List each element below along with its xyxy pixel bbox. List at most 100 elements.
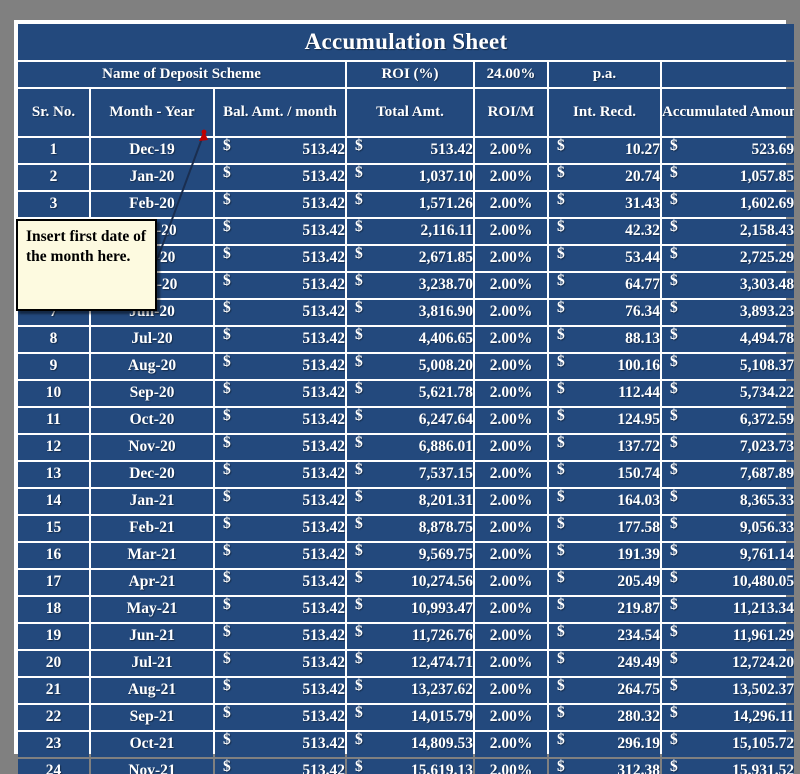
cell-int-recd[interactable]: $53.44 [549,246,660,271]
cell-month-year[interactable]: Dec-19 [91,138,213,163]
cell-int-recd[interactable]: $177.58 [549,516,660,541]
cell-total-amt[interactable]: $2,671.85 [347,246,473,271]
cell-roi-per-month[interactable]: 2.00% [475,543,547,568]
cell-sr-no[interactable]: 23 [18,732,89,757]
cell-bal-amt[interactable]: $513.42 [215,516,345,541]
cell-bal-amt[interactable]: $513.42 [215,651,345,676]
cell-bal-amt[interactable]: $513.42 [215,354,345,379]
cell-total-amt[interactable]: $6,886.01 [347,435,473,460]
cell-bal-amt[interactable]: $513.42 [215,300,345,325]
cell-int-recd[interactable]: $280.32 [549,705,660,730]
roi-percent-value[interactable]: 24.00% [475,62,547,87]
cell-accumulated-amount[interactable]: $9,056.33 [662,516,795,541]
cell-roi-per-month[interactable]: 2.00% [475,570,547,595]
cell-roi-per-month[interactable]: 2.00% [475,246,547,271]
cell-int-recd[interactable]: $219.87 [549,597,660,622]
cell-total-amt[interactable]: $9,569.75 [347,543,473,568]
cell-sr-no[interactable]: 21 [18,678,89,703]
cell-bal-amt[interactable]: $513.42 [215,138,345,163]
cell-sr-no[interactable]: 16 [18,543,89,568]
cell-total-amt[interactable]: $14,809.53 [347,732,473,757]
cell-roi-per-month[interactable]: 2.00% [475,759,547,774]
cell-month-year[interactable]: Mar-21 [91,543,213,568]
cell-roi-per-month[interactable]: 2.00% [475,408,547,433]
cell-int-recd[interactable]: $150.74 [549,462,660,487]
cell-bal-amt[interactable]: $513.42 [215,219,345,244]
cell-roi-per-month[interactable]: 2.00% [475,138,547,163]
cell-total-amt[interactable]: $1,571.26 [347,192,473,217]
cell-roi-per-month[interactable]: 2.00% [475,354,547,379]
cell-total-amt[interactable]: $14,015.79 [347,705,473,730]
cell-sr-no[interactable]: 9 [18,354,89,379]
cell-total-amt[interactable]: $8,201.31 [347,489,473,514]
cell-accumulated-amount[interactable]: $6,372.59 [662,408,795,433]
cell-sr-no[interactable]: 13 [18,462,89,487]
cell-total-amt[interactable]: $10,993.47 [347,597,473,622]
cell-bal-amt[interactable]: $513.42 [215,624,345,649]
cell-total-amt[interactable]: $10,274.56 [347,570,473,595]
cell-int-recd[interactable]: $312.38 [549,759,660,774]
cell-accumulated-amount[interactable]: $5,734.22 [662,381,795,406]
cell-month-year[interactable]: Sep-21 [91,705,213,730]
cell-total-amt[interactable]: $4,406.65 [347,327,473,352]
cell-total-amt[interactable]: $11,726.76 [347,624,473,649]
cell-bal-amt[interactable]: $513.42 [215,489,345,514]
cell-bal-amt[interactable]: $513.42 [215,408,345,433]
cell-sr-no[interactable]: 11 [18,408,89,433]
cell-int-recd[interactable]: $164.03 [549,489,660,514]
cell-bal-amt[interactable]: $513.42 [215,192,345,217]
cell-total-amt[interactable]: $12,474.71 [347,651,473,676]
cell-month-year[interactable]: Nov-21 [91,759,213,774]
cell-roi-per-month[interactable]: 2.00% [475,705,547,730]
cell-month-year[interactable]: Jul-20 [91,327,213,352]
cell-bal-amt[interactable]: $513.42 [215,435,345,460]
cell-bal-amt[interactable]: $513.42 [215,462,345,487]
cell-bal-amt[interactable]: $513.42 [215,246,345,271]
cell-int-recd[interactable]: $137.72 [549,435,660,460]
cell-int-recd[interactable]: $100.16 [549,354,660,379]
cell-roi-per-month[interactable]: 2.00% [475,273,547,298]
cell-month-year[interactable]: Aug-21 [91,678,213,703]
cell-accumulated-amount[interactable]: $15,105.72 [662,732,795,757]
cell-accumulated-amount[interactable]: $523.69 [662,138,795,163]
cell-month-year[interactable]: Feb-21 [91,516,213,541]
cell-int-recd[interactable]: $296.19 [549,732,660,757]
cell-int-recd[interactable]: $64.77 [549,273,660,298]
cell-month-year[interactable]: Apr-21 [91,570,213,595]
cell-roi-per-month[interactable]: 2.00% [475,624,547,649]
cell-total-amt[interactable]: $13,237.62 [347,678,473,703]
cell-accumulated-amount[interactable]: $2,158.43 [662,219,795,244]
cell-total-amt[interactable]: $6,247.64 [347,408,473,433]
cell-month-year[interactable]: Oct-20 [91,408,213,433]
cell-total-amt[interactable]: $3,816.90 [347,300,473,325]
cell-sr-no[interactable]: 17 [18,570,89,595]
cell-bal-amt[interactable]: $513.42 [215,732,345,757]
cell-roi-per-month[interactable]: 2.00% [475,219,547,244]
cell-month-year[interactable]: Dec-20 [91,462,213,487]
cell-int-recd[interactable]: $124.95 [549,408,660,433]
cell-accumulated-amount[interactable]: $7,687.89 [662,462,795,487]
cell-month-year[interactable]: Oct-21 [91,732,213,757]
cell-total-amt[interactable]: $513.42 [347,138,473,163]
cell-sr-no[interactable]: 10 [18,381,89,406]
cell-sr-no[interactable]: 18 [18,597,89,622]
deposit-scheme-name-cell[interactable]: Name of Deposit Scheme [18,62,345,87]
cell-accumulated-amount[interactable]: $12,724.20 [662,651,795,676]
cell-total-amt[interactable]: $5,621.78 [347,381,473,406]
cell-accumulated-amount[interactable]: $7,023.73 [662,435,795,460]
cell-month-year[interactable]: Jan-21 [91,489,213,514]
cell-int-recd[interactable]: $234.54 [549,624,660,649]
cell-roi-per-month[interactable]: 2.00% [475,381,547,406]
cell-accumulated-amount[interactable]: $14,296.11 [662,705,795,730]
band-empty-cell[interactable] [662,62,795,87]
cell-month-year[interactable]: Aug-20 [91,354,213,379]
cell-month-year[interactable]: May-21 [91,597,213,622]
cell-bal-amt[interactable]: $513.42 [215,327,345,352]
cell-int-recd[interactable]: $249.49 [549,651,660,676]
cell-roi-per-month[interactable]: 2.00% [475,300,547,325]
cell-total-amt[interactable]: $7,537.15 [347,462,473,487]
cell-roi-per-month[interactable]: 2.00% [475,327,547,352]
cell-sr-no[interactable]: 2 [18,165,89,190]
cell-bal-amt[interactable]: $513.42 [215,759,345,774]
cell-bal-amt[interactable]: $513.42 [215,570,345,595]
